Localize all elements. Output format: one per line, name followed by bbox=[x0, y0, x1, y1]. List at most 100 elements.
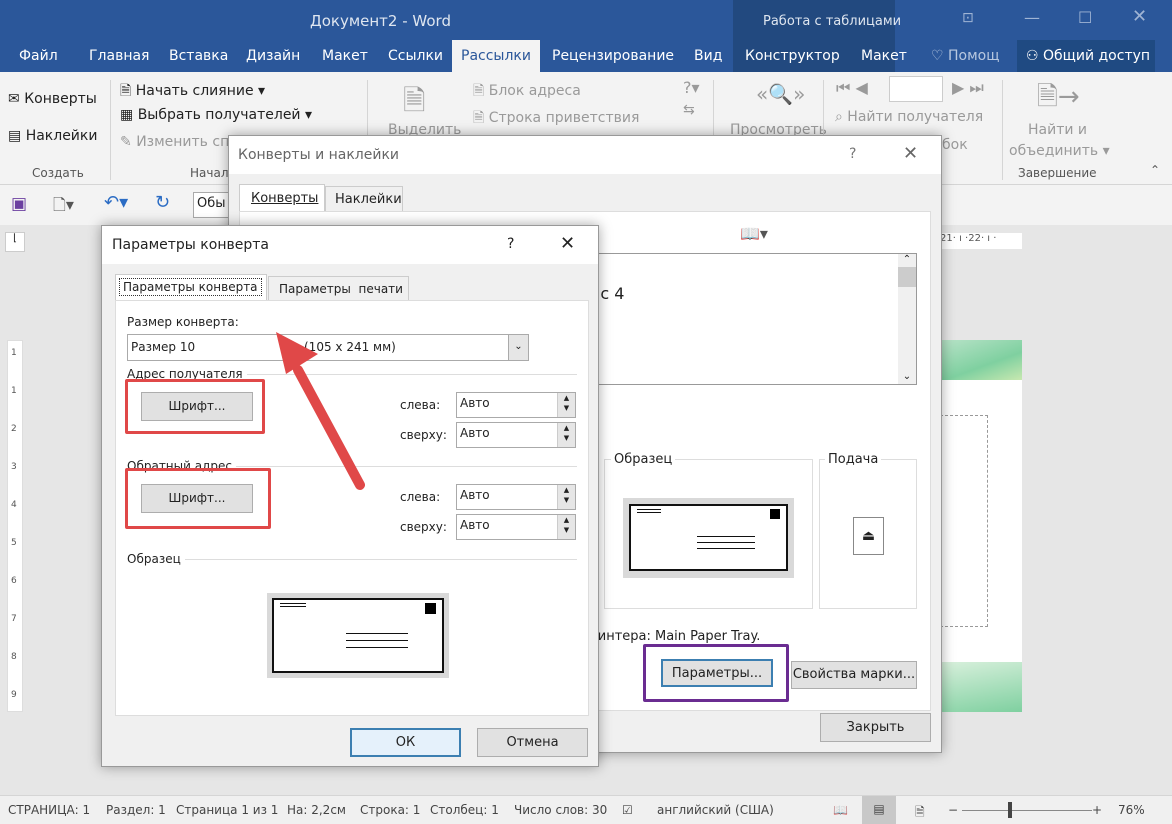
spin-icon[interactable]: ▲ ▼ bbox=[557, 393, 575, 417]
finish-merge-label1[interactable]: Найти и bbox=[1028, 122, 1087, 138]
envelopes-button[interactable]: ✉ Конверты bbox=[8, 91, 97, 107]
collapse-ribbon-icon[interactable]: ⌃ bbox=[1150, 163, 1160, 177]
status-bar: СТРАНИЦА: 1 Раздел: 1 Страница 1 из 1 На… bbox=[0, 795, 1172, 824]
status-line[interactable]: Строка: 1 bbox=[360, 803, 420, 817]
print-preview-icon[interactable]: 🗋▾ bbox=[53, 194, 74, 221]
share-button[interactable]: ⚇ Общий доступ bbox=[1017, 40, 1155, 72]
status-at[interactable]: На: 2,2см bbox=[287, 803, 346, 817]
zoom-level[interactable]: 76% bbox=[1118, 803, 1145, 817]
tab-table-layout[interactable]: Макет bbox=[852, 40, 916, 72]
last-record-icon[interactable]: ▶ ⏭ bbox=[952, 78, 984, 98]
envelope-size-label: Размер конверта: bbox=[127, 315, 239, 329]
close-icon[interactable]: ✕ bbox=[903, 143, 918, 164]
tab-envelope-options[interactable]: Параметры конверта bbox=[115, 274, 267, 301]
scroll-down-icon[interactable]: ⌄ bbox=[898, 371, 916, 382]
zoom-out-icon[interactable]: − bbox=[948, 803, 958, 817]
ok-button[interactable]: ОК bbox=[350, 728, 461, 757]
check-errors-button[interactable]: бок bbox=[942, 137, 968, 153]
read-mode-icon[interactable]: 📖 bbox=[833, 803, 848, 817]
maximize-icon[interactable]: ☐ bbox=[1078, 8, 1092, 27]
start-merge-button[interactable]: 🗎 Начать слияние ▾ bbox=[120, 80, 265, 104]
return-left-input[interactable]: Авто ▲ ▼ bbox=[456, 484, 576, 510]
status-page[interactable]: СТРАНИЦА: 1 bbox=[8, 803, 90, 817]
zoom-slider[interactable] bbox=[962, 810, 1092, 811]
recipient-top-label: сверху: bbox=[400, 428, 447, 442]
status-language[interactable]: английский (США) bbox=[657, 803, 774, 817]
close-button[interactable]: Закрыть bbox=[820, 713, 931, 742]
spin-icon[interactable]: ▲ ▼ bbox=[557, 423, 575, 447]
tab-references[interactable]: Ссылки bbox=[379, 40, 452, 72]
address-line bbox=[697, 542, 755, 543]
web-layout-icon[interactable]: 🗎 bbox=[915, 803, 925, 824]
status-column[interactable]: Столбец: 1 bbox=[430, 803, 499, 817]
help-button[interactable]: ? bbox=[507, 236, 514, 252]
envelope-outline bbox=[272, 598, 444, 673]
tab-selector[interactable]: ⌊ bbox=[5, 232, 25, 252]
tab-view[interactable]: Вид bbox=[685, 40, 731, 72]
chevron-down-icon[interactable]: ⌄ bbox=[508, 335, 528, 360]
help-search[interactable]: ♡ Помощ bbox=[922, 40, 1008, 72]
finish-merge-label2[interactable]: объединить ▾ bbox=[1009, 143, 1110, 159]
save-icon[interactable]: ▣ bbox=[11, 194, 27, 214]
tab-printing-options[interactable]: Параметры печати bbox=[268, 276, 409, 301]
redo-icon[interactable]: ↻ bbox=[155, 192, 170, 213]
document-page[interactable] bbox=[940, 340, 1022, 712]
ribbon-display-icon[interactable]: ⊡ bbox=[962, 10, 974, 26]
labels-icon: ▤ bbox=[8, 128, 22, 144]
tab-labels[interactable]: Наклейки bbox=[325, 186, 403, 212]
labels-button[interactable]: ▤ Наклейки bbox=[8, 128, 97, 144]
status-words[interactable]: Число слов: 30 bbox=[514, 803, 607, 817]
recipient-top-input[interactable]: Авто ▲ ▼ bbox=[456, 422, 576, 448]
address-block-button[interactable]: 🗎 Блок адреса bbox=[473, 80, 581, 104]
address-line bbox=[697, 548, 755, 549]
tab-review[interactable]: Рецензирование bbox=[543, 40, 683, 72]
select-recipients-button[interactable]: ▦ Выбрать получателей ▾ bbox=[120, 107, 312, 123]
tab-insert[interactable]: Вставка bbox=[160, 40, 237, 72]
close-window-icon[interactable]: ✕ bbox=[1132, 6, 1147, 27]
undo-icon[interactable]: ↶▾ bbox=[104, 192, 128, 213]
return-top-input[interactable]: Авто ▲ ▼ bbox=[456, 514, 576, 540]
return-line bbox=[637, 512, 661, 513]
group-create: Создать bbox=[32, 166, 84, 180]
stamp-icon bbox=[425, 603, 436, 614]
scroll-up-icon[interactable]: ⌃ bbox=[898, 254, 916, 265]
tab-design[interactable]: Дизайн bbox=[237, 40, 309, 72]
status-section[interactable]: Раздел: 1 bbox=[106, 803, 166, 817]
scrollbar[interactable]: ⌃ ⌄ bbox=[898, 254, 916, 384]
address-line bbox=[346, 640, 408, 641]
help-label: Помощ bbox=[948, 48, 1000, 64]
edit-list-button[interactable]: ✎ Изменить сп bbox=[120, 134, 229, 150]
cancel-button[interactable]: Отмена bbox=[477, 728, 588, 757]
tab-envelopes[interactable]: Конверты bbox=[239, 184, 325, 212]
zoom-slider-thumb[interactable] bbox=[1007, 802, 1012, 818]
stamp-properties-button[interactable]: Свойства марки... bbox=[791, 661, 917, 689]
print-layout-icon[interactable]: ▤ bbox=[862, 796, 896, 824]
annotation-highlight-red bbox=[125, 468, 271, 529]
tab-file[interactable]: Файл bbox=[10, 40, 67, 72]
help-button[interactable]: ? bbox=[849, 146, 856, 162]
first-record-icon[interactable]: ⏮ ◀ bbox=[836, 78, 868, 98]
spin-icon[interactable]: ▲ ▼ bbox=[557, 515, 575, 539]
spin-icon[interactable]: ▲ ▼ bbox=[557, 485, 575, 509]
close-icon[interactable]: ✕ bbox=[560, 233, 575, 254]
minimize-icon[interactable]: — bbox=[1024, 8, 1040, 27]
tab-table-design[interactable]: Конструктор bbox=[736, 40, 849, 72]
greeting-line-button[interactable]: 🗎 Строка приветствия bbox=[473, 107, 639, 131]
scroll-thumb[interactable] bbox=[898, 267, 916, 287]
tab-layout[interactable]: Макет bbox=[313, 40, 377, 72]
find-recipient-button[interactable]: ⌕ Найти получателя bbox=[835, 109, 983, 125]
match-fields-icon[interactable]: ⇆ bbox=[683, 102, 695, 118]
stamp-icon bbox=[770, 509, 780, 519]
status-pages[interactable]: Страница 1 из 1 bbox=[176, 803, 278, 817]
preview-label: Образец bbox=[127, 552, 185, 566]
zoom-in-icon[interactable]: + bbox=[1092, 803, 1102, 817]
rules-icon[interactable]: ?▾ bbox=[683, 78, 700, 97]
envelope-preview bbox=[623, 498, 794, 578]
ruler-mark: 4 bbox=[11, 500, 17, 510]
tab-home[interactable]: Главная bbox=[80, 40, 158, 72]
recipient-left-input[interactable]: Авто ▲ ▼ bbox=[456, 392, 576, 418]
record-number-input[interactable] bbox=[889, 76, 943, 102]
proofing-icon[interactable]: ☑ bbox=[622, 803, 633, 817]
tab-mailings[interactable]: Рассылки bbox=[452, 40, 540, 72]
address-book-icon[interactable]: 📖▾ bbox=[740, 224, 768, 243]
